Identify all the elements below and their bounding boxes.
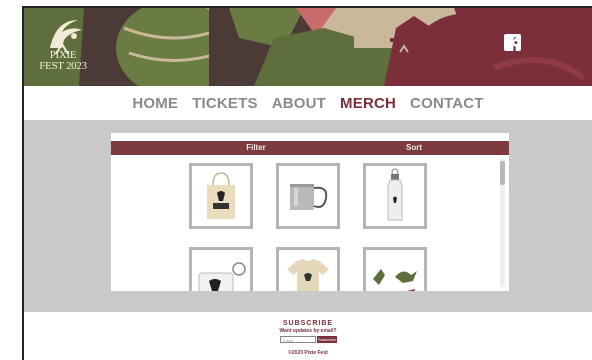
filter-sort-bar: Filter Sort (111, 141, 509, 155)
product-t-shirt[interactable] (276, 247, 340, 291)
tote-bag-icon (207, 172, 235, 219)
copyright: ©2023 Pixie Fest (288, 350, 328, 356)
x-icon[interactable] (504, 34, 578, 52)
browser-viewport: PIXIE FEST 2023 HOME TICKETS ABOUT MERCH… (22, 6, 592, 360)
footer: SUBSCRIBE Want updates by email? Email S… (24, 312, 592, 360)
facebook-icon[interactable] (504, 34, 550, 52)
nav-tickets[interactable]: TICKETS (192, 95, 258, 112)
logo-text: PIXIE FEST 2023 (32, 50, 94, 72)
hero-banner: PIXIE FEST 2023 (24, 8, 592, 86)
product-keychain[interactable] (189, 247, 253, 291)
keychain-icon (198, 262, 246, 291)
product-sticker-set[interactable] (363, 247, 427, 291)
subscribe-heading: SUBSCRIBE (282, 320, 334, 327)
product-tote-bag[interactable] (189, 163, 253, 229)
nav-contact[interactable]: CONTACT (410, 95, 484, 112)
nav-home[interactable]: HOME (132, 95, 178, 112)
merch-section: Filter Sort (24, 120, 592, 312)
main-nav: HOME TICKETS ABOUT MERCH CONTACT (24, 86, 592, 120)
product-scrollbar[interactable] (500, 159, 505, 287)
mug-icon (290, 184, 328, 210)
pixie-fest-logo[interactable]: PIXIE FEST 2023 (32, 14, 94, 78)
stickers-icon (373, 269, 417, 291)
logo-line-2: FEST 2023 (39, 60, 87, 72)
subscribe-button[interactable]: Subscribe (317, 336, 337, 343)
email-input[interactable]: Email (280, 336, 316, 343)
nav-merch[interactable]: MERCH (340, 95, 396, 112)
bottle-icon (387, 168, 403, 221)
fairy-logo-icon (50, 20, 82, 54)
scrollbar-thumb[interactable] (500, 161, 505, 185)
sort-button[interactable]: Sort (401, 141, 427, 155)
product-water-bottle[interactable] (363, 163, 427, 229)
product-carabiner-mug[interactable] (276, 163, 340, 229)
filter-button[interactable]: Filter (111, 141, 401, 155)
nav-about[interactable]: ABOUT (272, 95, 326, 112)
subscribe-prompt: Want updates by email? (279, 328, 337, 334)
t-shirt-icon (287, 259, 329, 291)
social-links (504, 34, 578, 52)
merch-panel: Filter Sort (111, 133, 509, 291)
